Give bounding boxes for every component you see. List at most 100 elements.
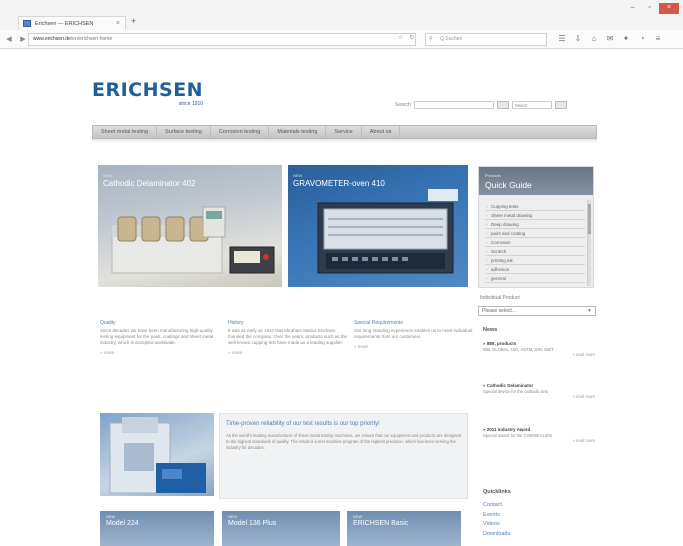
quicklink[interactable]: Downloads <box>483 530 510 540</box>
info-column-more[interactable]: » more <box>354 344 474 350</box>
site-search: Search Select <box>395 101 567 109</box>
maximize-button[interactable]: ▫ <box>642 3 657 14</box>
quick-guide-item[interactable]: paint and coating <box>485 229 585 238</box>
nav-shadow <box>92 139 597 143</box>
browser-search-placeholder: Q Suchen <box>440 36 463 42</box>
quick-guide-item[interactable]: Sheet metal drawing <box>485 211 585 220</box>
feature-image <box>100 413 214 496</box>
quick-guide-item[interactable]: printing ink <box>485 256 585 265</box>
news-item[interactable]: » IBB, products IBB, GLOBAL, ISO, ASTM, … <box>483 341 595 358</box>
quick-guide-list: Cupping tests Sheet metal drawing Deep d… <box>485 202 585 283</box>
nav-about[interactable]: About us <box>362 126 401 138</box>
chevron-down-icon: ▼ <box>587 308 592 314</box>
nav-materials[interactable]: Materials testing <box>269 126 327 138</box>
feature-text-block: Time-proven reliability of our test resu… <box>219 413 468 499</box>
favicon-icon <box>23 20 31 27</box>
site-search-button[interactable] <box>496 101 509 109</box>
info-column-heading[interactable]: History <box>228 320 348 326</box>
nav-corrosion[interactable]: Corrosion testing <box>211 126 270 138</box>
browser-tab-bar: Erichsen — ERICHSEN × + – ▫ × <box>0 0 683 30</box>
scroll-thumb[interactable] <box>588 204 591 234</box>
product-tile[interactable]: NEW Model 136 Plus <box>222 511 340 546</box>
menu-icon[interactable]: ≡ <box>653 33 663 45</box>
tab-close-icon[interactable]: × <box>116 20 120 27</box>
site-select-button[interactable] <box>554 101 567 109</box>
url-bar[interactable]: www.erichsen.de/en/erichsen-home <box>28 33 416 46</box>
url-tools: ☆ ↻ <box>398 34 414 41</box>
product-tile[interactable]: NEW Model 224 <box>100 511 214 546</box>
browser-tab[interactable]: Erichsen — ERICHSEN × <box>18 16 126 30</box>
product-tile[interactable]: NEW ERICHSEN Basic <box>347 511 461 546</box>
forward-icon[interactable]: ▶ <box>18 34 28 44</box>
info-column-text: Our long-standing experience enables us … <box>354 328 473 339</box>
minimize-button[interactable]: – <box>625 3 640 14</box>
quick-guide-item[interactable]: adhesion <box>485 265 585 274</box>
product-dropdown[interactable]: Please select... ▼ <box>478 306 596 316</box>
bookmarks-icon[interactable]: ☰ <box>557 33 567 45</box>
nav-service[interactable]: Service <box>326 126 362 138</box>
browser-search-input[interactable]: ⚲ Q Suchen <box>425 33 547 46</box>
close-window-button[interactable]: × <box>659 3 679 14</box>
product-tile-title: ERICHSEN Basic <box>353 520 409 527</box>
erichsen-logo[interactable]: ERICHSEN since 1910 <box>92 79 204 108</box>
info-column-history: History It was as early as 1910 that Abr… <box>228 320 348 356</box>
main-navigation: Sheet metal testing Surface testing Corr… <box>92 125 597 139</box>
news-heading: News <box>483 327 498 333</box>
quick-guide-label: Products <box>485 173 501 178</box>
product-dropdown-label: Individual Product <box>480 295 520 301</box>
pocket-icon[interactable]: ◔ <box>637 33 647 45</box>
back-icon[interactable]: ◀ <box>4 34 14 44</box>
feature-machine-image <box>109 417 206 494</box>
bookmark-star-icon[interactable]: ☆ <box>398 34 403 41</box>
info-column-more[interactable]: » more <box>228 350 348 356</box>
quicklink[interactable]: Videos <box>483 520 510 530</box>
hero-cathodic-delaminator[interactable]: NEW Cathodic Delaminator 402 <box>98 165 282 287</box>
url-path: /en/erichsen-home <box>70 36 113 42</box>
info-column-text: Since decades we have been manufacturing… <box>100 328 214 345</box>
feature-paragraph: As the world's leading manufacturer of s… <box>226 433 461 450</box>
site-search-input[interactable] <box>413 101 494 109</box>
news-item[interactable]: » Cathodic Delaminator Special device fo… <box>483 383 595 400</box>
hero-gravometer-oven[interactable]: NEW GRAVOMETER-oven 410 <box>288 165 468 287</box>
info-column-more[interactable]: » more <box>100 350 220 356</box>
new-tab-button[interactable]: + <box>131 16 136 26</box>
info-column-text: It was as early as 1910 that Abraham Mar… <box>228 328 347 345</box>
product-tile-title: Model 136 Plus <box>228 520 277 527</box>
news-read-more[interactable]: » read more <box>483 438 595 444</box>
info-column-heading[interactable]: Special Requirements <box>354 320 474 326</box>
product-tile-title: Model 224 <box>106 520 139 527</box>
quicklink[interactable]: Contact <box>483 501 510 511</box>
site-search-label: Search <box>395 102 411 108</box>
nav-sheet-metal[interactable]: Sheet metal testing <box>93 126 158 138</box>
news-read-more[interactable]: » read more <box>483 394 595 400</box>
logo-wordmark: ERICHSEN <box>92 79 204 101</box>
news-item[interactable]: » 2011 industry Award Special award for … <box>483 427 595 444</box>
quicklinks-list: Contact Events Videos Downloads <box>483 501 510 539</box>
home-icon[interactable]: ⌂ <box>589 33 599 45</box>
downloads-icon[interactable]: ⇩ <box>573 33 583 45</box>
info-column-quality: Quality Since decades we have been manuf… <box>100 320 220 356</box>
feature-heading[interactable]: Time-proven reliability of our test resu… <box>226 421 461 427</box>
logo-since: since 1910 <box>178 101 204 107</box>
quick-guide-item[interactable]: Deep drawing <box>485 220 585 229</box>
quicklink[interactable]: Events <box>483 511 510 521</box>
nav-surface[interactable]: Surface testing <box>157 126 211 138</box>
quick-guide-item[interactable]: Corrosion <box>485 238 585 247</box>
quicklinks-heading: Quicklinks <box>483 489 511 495</box>
quick-guide-item[interactable]: Cupping tests <box>485 202 585 211</box>
news-read-more[interactable]: » read more <box>483 352 595 358</box>
url-host: www.erichsen.de <box>33 36 71 42</box>
quick-guide-scrollbar[interactable] <box>587 200 591 286</box>
quick-guide-title: Quick Guide <box>485 180 532 190</box>
product-dropdown-value: Please select... <box>482 308 516 314</box>
site-search-select[interactable]: Select <box>511 101 552 109</box>
quick-guide-item[interactable]: general <box>485 274 585 283</box>
info-column-special: Special Requirements Our long-standing e… <box>354 320 474 350</box>
quick-guide-item[interactable]: Scratch <box>485 247 585 256</box>
addon-icon[interactable]: ✦ <box>621 33 631 45</box>
product-tile-label: NEW <box>106 514 116 519</box>
sync-icon[interactable]: ✉ <box>605 33 615 45</box>
product-tile-label: NEW <box>353 514 363 519</box>
info-column-heading[interactable]: Quality <box>100 320 220 326</box>
reload-icon[interactable]: ↻ <box>409 34 414 41</box>
